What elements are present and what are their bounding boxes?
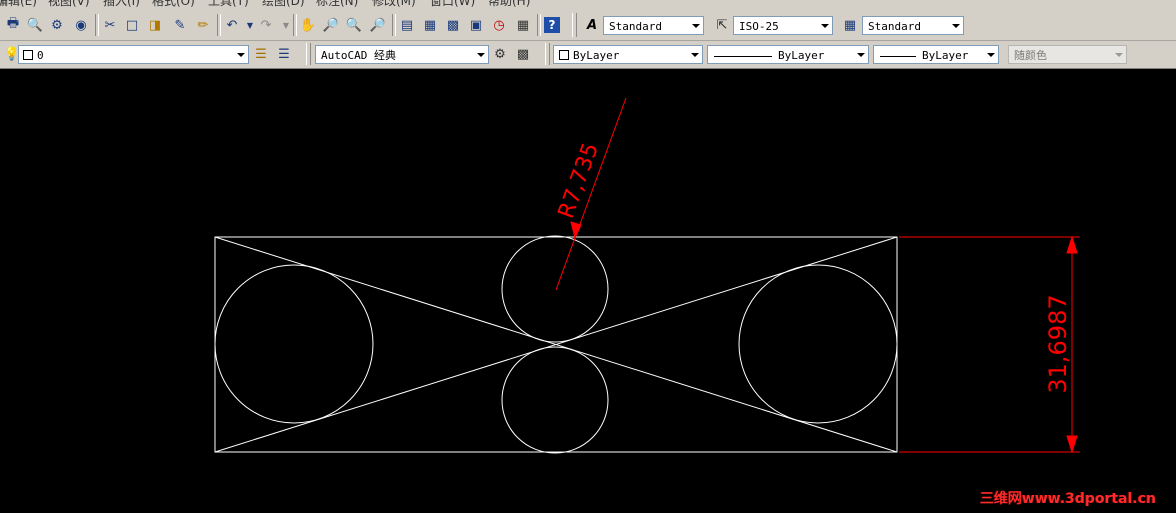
height-arrowhead-top — [1066, 235, 1078, 254]
top-center-circle — [501, 235, 609, 343]
standard-toolbar: 🖶 🔍 ⚙ ◉ ✂ □ ◨ ✎ ✏ ↶ ▼ ↷ ▼ ✋ 🔎 🔍 🔎 ▤ ▦ ▩ … — [0, 9, 1176, 41]
chevron-down-icon — [987, 53, 995, 57]
text-style-icon[interactable]: A — [582, 15, 602, 35]
block-editor-icon[interactable]: ✏ — [193, 15, 213, 35]
toolbar-grip[interactable] — [306, 43, 311, 65]
text-style-value: Standard — [609, 20, 662, 33]
geometry — [214, 235, 898, 454]
table-style-select[interactable]: Standard — [862, 16, 964, 35]
zoom-previous-icon[interactable]: 🔎 — [368, 15, 388, 35]
menu-view[interactable]: 视图(V) — [48, 0, 90, 8]
toolbar-separator — [217, 14, 221, 36]
pan-icon[interactable]: ✋ — [298, 15, 318, 35]
menu-window[interactable]: 窗口(W) — [430, 0, 475, 8]
menu-draw[interactable]: 绘图(D) — [262, 0, 305, 8]
chevron-down-icon — [952, 24, 960, 28]
chevron-down-icon — [692, 24, 700, 28]
lineweight-sample — [880, 55, 916, 57]
dim-style-icon[interactable]: ⇱ — [712, 15, 732, 35]
toolbar-separator — [293, 14, 297, 36]
menu-dimension[interactable]: 标注(N) — [316, 0, 358, 8]
layer-name: 0 — [37, 49, 44, 62]
height-arrowhead-bottom — [1066, 435, 1078, 454]
layers-toolbar: 💡 0 ☰ ☰ AutoCAD 经典 ⚙ ▩ ByLayer ByLayer B… — [0, 41, 1176, 69]
design-center-icon[interactable]: ▦ — [420, 15, 440, 35]
sheet-set-icon[interactable]: ▣ — [466, 15, 486, 35]
properties-icon[interactable]: ▤ — [397, 15, 417, 35]
linetype-value: ByLayer — [778, 49, 825, 62]
menu-edit[interactable]: 编辑(E) — [0, 0, 37, 8]
chevron-down-icon — [1115, 53, 1123, 57]
tool-palettes-icon[interactable]: ▩ — [443, 15, 463, 35]
linetype-sample — [714, 55, 772, 57]
open-icon[interactable]: 🔍 — [25, 15, 45, 35]
lineweight-value: ByLayer — [922, 49, 969, 62]
layer-manager-icon[interactable]: ☰ — [251, 44, 271, 64]
menu-insert[interactable]: 插入(I) — [103, 0, 140, 8]
left-circle — [214, 264, 374, 424]
calculator-icon[interactable]: ▦ — [513, 15, 533, 35]
zoom-realtime-icon[interactable]: 🔎 — [321, 15, 341, 35]
chevron-down-icon — [821, 24, 829, 28]
workspace-save-icon[interactable]: ▩ — [513, 44, 533, 64]
toolbar-grip[interactable] — [545, 43, 550, 65]
menu-modify[interactable]: 修改(M) — [372, 0, 416, 8]
match-properties-icon[interactable]: ✎ — [170, 15, 190, 35]
table-style-value: Standard — [868, 20, 921, 33]
paste-icon[interactable]: ◨ — [145, 15, 165, 35]
chevron-down-icon — [477, 53, 485, 57]
menu-format[interactable]: 格式(O) — [152, 0, 195, 8]
copy-icon[interactable]: □ — [122, 15, 142, 35]
drawing-canvas[interactable]: R7,735 31,6987 — [0, 68, 1176, 513]
workspace-settings-icon[interactable]: ⚙ — [490, 44, 510, 64]
text-style-select[interactable]: Standard — [603, 16, 704, 35]
toolbar-separator — [392, 14, 396, 36]
save-icon[interactable]: ⚙ — [47, 15, 67, 35]
color-value: ByLayer — [573, 49, 620, 62]
zoom-window-icon[interactable]: 🔍 — [344, 15, 364, 35]
layer-select[interactable]: 0 — [18, 45, 249, 64]
help-icon[interactable]: ? — [544, 17, 560, 33]
workspace-select[interactable]: AutoCAD 经典 — [315, 45, 489, 64]
menu-tools[interactable]: 工具(T) — [208, 0, 249, 8]
dim-style-select[interactable]: ISO-25 — [733, 16, 833, 35]
chevron-down-icon — [691, 53, 699, 57]
linetype-select[interactable]: ByLayer — [707, 45, 869, 64]
redo-icon[interactable]: ↷ — [256, 15, 276, 35]
radius-dimension-text: R7,735 — [554, 140, 604, 222]
markup-icon[interactable]: ◷ — [489, 15, 509, 35]
cut-icon[interactable]: ✂ — [100, 15, 120, 35]
plot-style-value: 随颜色 — [1014, 49, 1047, 62]
toolbar-grip[interactable] — [572, 13, 577, 37]
chevron-down-icon — [237, 53, 245, 57]
height-dimension-text: 31,6987 — [1044, 294, 1072, 393]
dimensions: R7,735 31,6987 — [554, 97, 1080, 454]
menu-bar: 编辑(E) 视图(V) 插入(I) 格式(O) 工具(T) 绘图(D) 标注(N… — [0, 0, 1176, 9]
menu-help[interactable]: 帮助(H) — [488, 0, 530, 8]
plot-style-select: 随颜色 — [1008, 45, 1127, 64]
layer-previous-icon[interactable]: ☰ — [274, 44, 294, 64]
right-circle — [738, 264, 898, 424]
watermark-text: 三维网www.3dportal.cn — [979, 491, 1156, 507]
plot-icon[interactable]: ◉ — [71, 15, 91, 35]
color-select[interactable]: ByLayer — [553, 45, 703, 64]
toolbar-separator — [537, 14, 541, 36]
lineweight-select[interactable]: ByLayer — [873, 45, 999, 64]
layer-color-swatch — [23, 50, 33, 60]
new-icon[interactable]: 🖶 — [3, 15, 23, 35]
radius-arrowhead — [570, 221, 582, 240]
color-swatch — [559, 50, 569, 60]
dim-style-value: ISO-25 — [739, 20, 779, 33]
undo-icon[interactable]: ↶ — [222, 15, 242, 35]
table-style-icon[interactable]: ▦ — [840, 15, 860, 35]
toolbar-separator — [95, 14, 99, 36]
workspace-value: AutoCAD 经典 — [321, 49, 396, 62]
chevron-down-icon — [857, 53, 865, 57]
bottom-center-circle — [501, 346, 609, 454]
